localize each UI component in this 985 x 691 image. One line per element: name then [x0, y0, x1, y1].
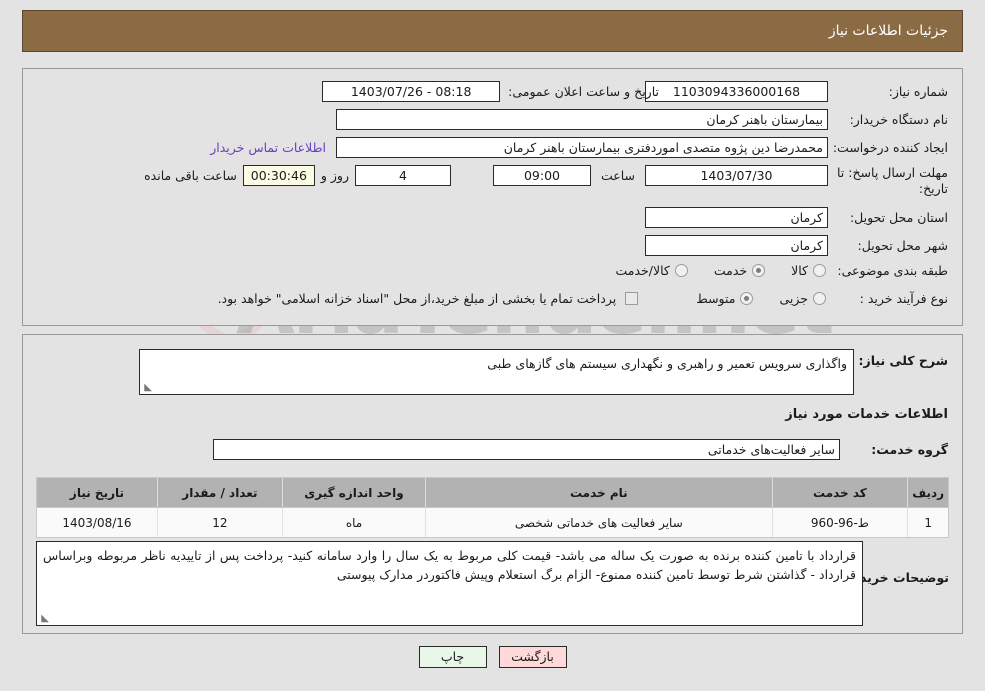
- delivery-city-label: شهر محل تحویل:: [857, 238, 948, 253]
- service-group-label: گروه خدمت:: [871, 442, 948, 457]
- need-number-label: شماره نیاز:: [888, 84, 948, 99]
- radio-kala-label: کالا: [791, 263, 808, 278]
- buyer-org-label: نام دستگاه خریدار:: [849, 112, 948, 127]
- purchase-process-option-jozei[interactable]: جزیی: [779, 291, 826, 306]
- radio-jozei-icon[interactable]: [813, 292, 826, 305]
- radio-kala-icon[interactable]: [813, 264, 826, 277]
- subject-category-label: طبقه بندی موضوعی:: [837, 263, 948, 278]
- buyer-notes-textarea[interactable]: قرارداد با تامین کننده برنده به صورت یک …: [36, 541, 863, 626]
- radio-khedmat-icon[interactable]: [752, 264, 766, 277]
- need-info-panel: شماره نیاز: 1103094336000168 تاریخ و ساع…: [22, 68, 963, 326]
- delivery-city-value: کرمان: [645, 235, 828, 256]
- td-row-no: 1: [907, 507, 948, 537]
- buyer-org-row: نام دستگاه خریدار: بیمارستان باهنر کرمان: [336, 109, 948, 130]
- request-creator-label: ایجاد کننده درخواست:: [832, 140, 948, 155]
- buyer-notes-resize-grip-icon[interactable]: ◣: [39, 614, 49, 624]
- subject-category-option-kala[interactable]: کالا: [791, 263, 826, 278]
- deadline-time-value: 09:00: [492, 165, 591, 186]
- th-row-no: ردیف: [907, 478, 948, 508]
- delivery-province-label: استان محل تحویل:: [849, 210, 948, 225]
- announce-datetime-value: 08:18 - 1403/07/26: [322, 81, 501, 102]
- treasury-note-text: پرداخت تمام یا بخشی از مبلغ خرید،از محل …: [217, 291, 617, 306]
- response-deadline-row: 1403/07/30 ساعت 09:00 4 روز و 00:30:46 س…: [144, 165, 828, 186]
- radio-motavaset-label: متوسط: [696, 291, 736, 306]
- subject-category-option-khedmat[interactable]: خدمت: [713, 263, 766, 278]
- td-need-date: 1403/08/16: [37, 507, 158, 537]
- th-quantity: تعداد / مقدار: [156, 478, 283, 508]
- th-need-date: تاریخ نیاز: [37, 478, 158, 508]
- delivery-province-value: کرمان: [645, 207, 828, 228]
- page-title: جزئیات اطلاعات نیاز: [828, 23, 948, 39]
- td-service-name: سایر فعالیت های خدماتی شخصی: [425, 507, 773, 537]
- page-title-bar: جزئیات اطلاعات نیاز: [22, 10, 963, 52]
- purchase-process-label: نوع فرآیند خرید :: [859, 291, 948, 306]
- services-section-title: اطلاعات خدمات مورد نیاز: [785, 407, 948, 422]
- service-group-row: گروه خدمت: سایر فعالیت‌های خدماتی: [213, 439, 948, 460]
- deadline-days-label: روز و: [320, 168, 349, 183]
- buyer-org-value: بیمارستان باهنر کرمان: [336, 109, 828, 130]
- general-description-row: شرح کلی نیاز:: [856, 349, 948, 368]
- deadline-days-value: 4: [354, 165, 451, 186]
- announce-datetime-label: تاریخ و ساعت اعلان عمومی:: [508, 84, 659, 99]
- purchase-process-row: نوع فرآیند خرید : جزیی متوسط پرداخت تمام…: [218, 291, 948, 306]
- radio-kala-khedmat-label: کالا/خدمت: [615, 263, 670, 278]
- delivery-province-row: استان محل تحویل: کرمان: [645, 207, 948, 228]
- buyer-contact-link[interactable]: اطلاعات تماس خریدار: [210, 140, 326, 155]
- radio-kala-khedmat-icon[interactable]: [674, 264, 688, 277]
- deadline-countdown-value: 00:30:46: [242, 165, 315, 186]
- resize-grip-icon[interactable]: ◣: [142, 383, 152, 393]
- buyer-notes-value: قرارداد با تامین کننده برنده به صورت یک …: [43, 548, 856, 582]
- back-button[interactable]: بازگشت: [498, 646, 567, 668]
- general-description-label: شرح کلی نیاز:: [858, 353, 948, 368]
- need-number-row: شماره نیاز: 1103094336000168: [645, 81, 948, 102]
- request-creator-value: محمدرضا دین پژوه متصدی اموردفتری بیمارست…: [336, 137, 828, 158]
- general-description-textarea[interactable]: واگذاری سرویس تعمیر و راهبری و نگهداری س…: [139, 349, 854, 395]
- footer-button-bar: بازگشت چاپ: [0, 646, 985, 668]
- request-creator-row: ایجاد کننده درخواست: محمدرضا دین پژوه مت…: [210, 137, 948, 158]
- deadline-date-value: 1403/07/30: [645, 165, 828, 186]
- services-table: ردیف کد خدمت نام خدمت واحد اندازه گیری ت…: [37, 478, 948, 537]
- services-table-wrapper: ردیف کد خدمت نام خدمت واحد اندازه گیری ت…: [36, 477, 949, 538]
- deadline-time-label: ساعت: [600, 168, 635, 183]
- table-row: 1 ط-96-960 سایر فعالیت های خدماتی شخصی م…: [37, 507, 948, 537]
- th-unit: واحد اندازه گیری: [281, 478, 426, 508]
- treasury-note-checkbox[interactable]: [625, 292, 639, 305]
- response-deadline-label: مهلت ارسال پاسخ: تا تاریخ:: [837, 165, 948, 196]
- treasury-note-row[interactable]: پرداخت تمام یا بخشی از مبلغ خرید،از محل …: [218, 291, 639, 306]
- radio-jozei-label: جزیی: [779, 291, 808, 306]
- response-deadline-label-box: مهلت ارسال پاسخ: تا تاریخ:: [836, 165, 948, 197]
- need-number-value: 1103094336000168: [645, 81, 828, 102]
- td-service-code: ط-96-960: [771, 507, 908, 537]
- announce-datetime-row: تاریخ و ساعت اعلان عمومی: 08:18 - 1403/0…: [322, 81, 659, 102]
- print-button[interactable]: چاپ: [418, 646, 487, 668]
- purchase-process-option-motavaset[interactable]: متوسط: [696, 291, 754, 306]
- table-header-row: ردیف کد خدمت نام خدمت واحد اندازه گیری ت…: [37, 478, 948, 508]
- subject-category-option-kala-khedmat[interactable]: کالا/خدمت: [615, 263, 688, 278]
- service-group-value: سایر فعالیت‌های خدماتی: [213, 439, 840, 460]
- general-description-value: واگذاری سرویس تعمیر و راهبری و نگهداری س…: [487, 356, 847, 371]
- deadline-countdown-label: ساعت باقی مانده: [144, 168, 237, 183]
- td-quantity: 12: [156, 507, 283, 537]
- th-service-name: نام خدمت: [425, 478, 773, 508]
- td-unit: ماه: [281, 507, 426, 537]
- radio-motavaset-icon[interactable]: [740, 292, 754, 305]
- subject-category-row: طبقه بندی موضوعی: کالا خدمت کالا/خدمت: [615, 263, 948, 278]
- delivery-city-row: شهر محل تحویل: کرمان: [645, 235, 948, 256]
- radio-khedmat-label: خدمت: [713, 263, 748, 278]
- th-service-code: کد خدمت: [771, 478, 908, 508]
